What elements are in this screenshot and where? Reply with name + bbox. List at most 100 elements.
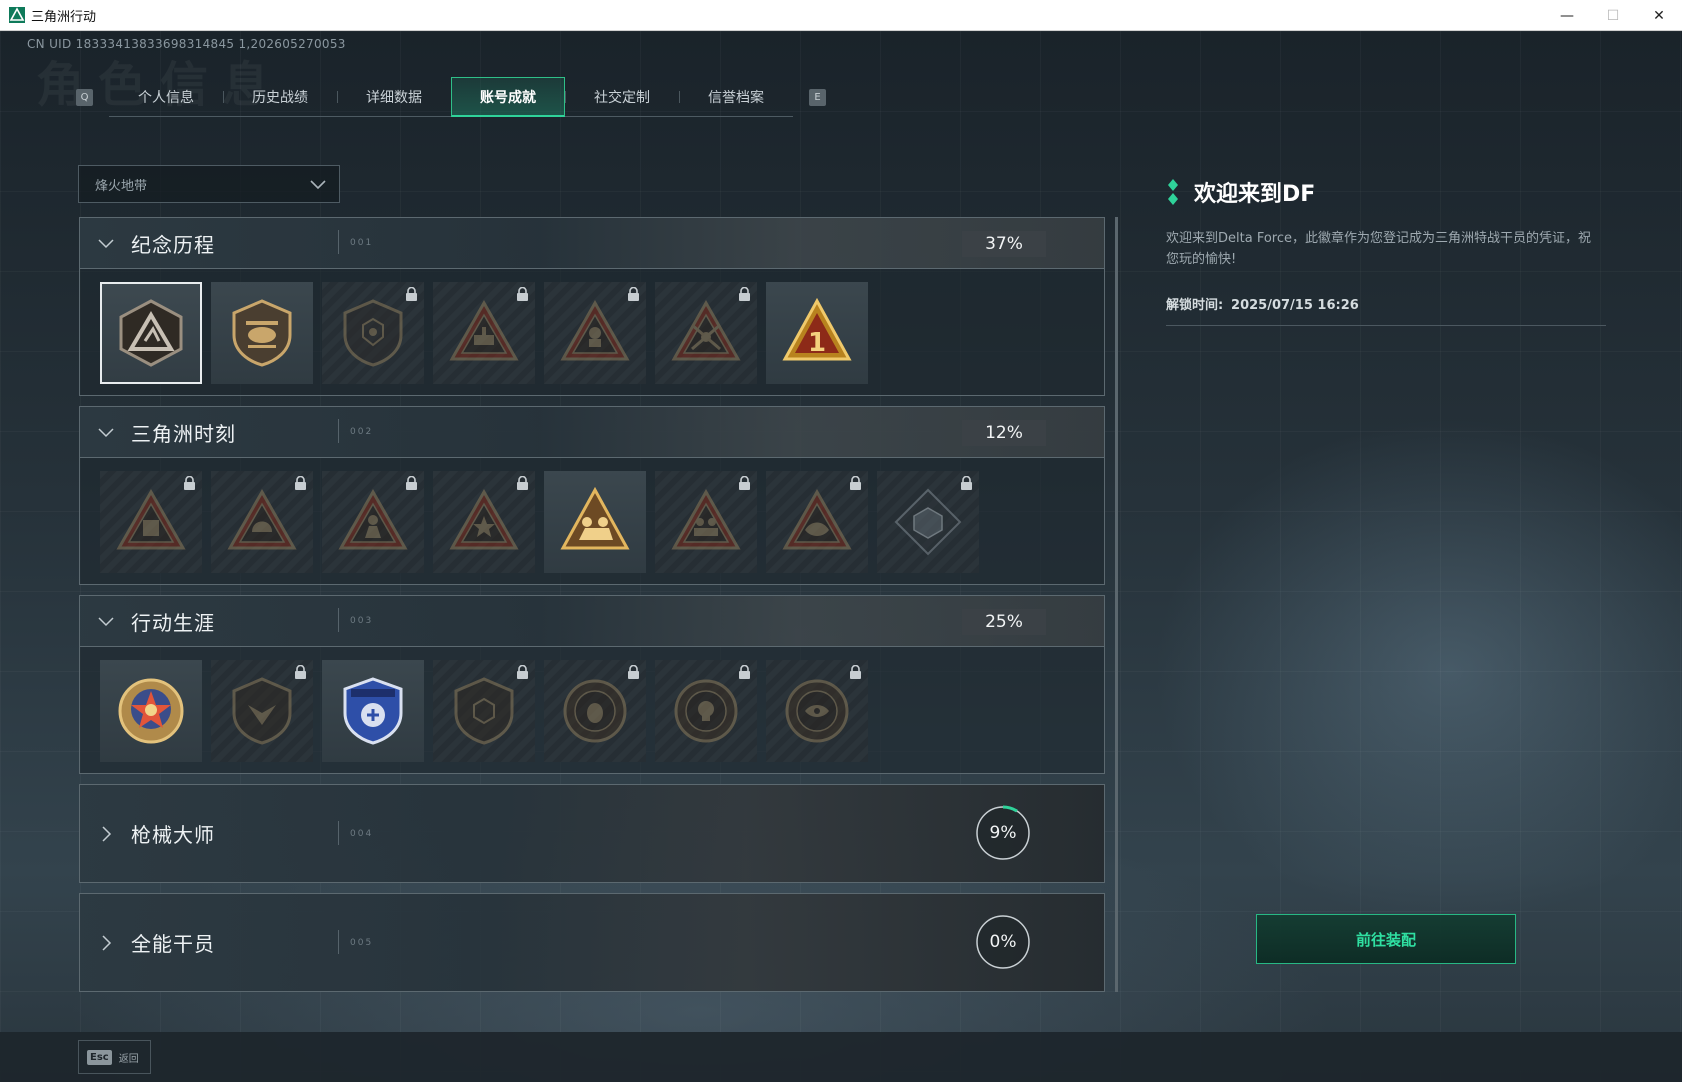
tab-list: 个人信息 历史战绩 详细数据 账号成就 社交定制 信誉档案 [109, 77, 793, 117]
section-header[interactable]: 枪械大师 004 9% [80, 785, 1104, 882]
bottom-bar: Esc 返回 [0, 1032, 1682, 1082]
section-progress: 9% [989, 823, 1017, 843]
section-title: 枪械大师 [131, 823, 215, 847]
achievement-badge[interactable] [322, 282, 424, 384]
cube-emblem-icon [894, 488, 962, 556]
lock-icon [184, 476, 195, 490]
lock-icon [406, 287, 417, 301]
minimize-button[interactable]: — [1544, 0, 1590, 31]
achievement-section: 三角洲时刻 002 12% [79, 406, 1105, 585]
tab-achievements[interactable]: 账号成就 [451, 77, 565, 117]
lock-icon [850, 476, 861, 490]
section-index: 001 [337, 230, 374, 254]
section-progress: 37% [962, 231, 1046, 257]
tab-social-custom[interactable]: 社交定制 [565, 77, 679, 117]
achievement-badge[interactable] [655, 660, 757, 762]
tab-personal-info[interactable]: 个人信息 [109, 77, 223, 117]
lock-icon [739, 287, 750, 301]
next-tab-key-hint[interactable]: E [809, 88, 826, 106]
skull-medal-icon [674, 679, 738, 743]
app-logo-icon [9, 7, 25, 23]
achievement-badge[interactable] [655, 282, 757, 384]
mode-dropdown[interactable]: 烽火地带 [78, 165, 340, 203]
achievement-badge[interactable] [766, 660, 868, 762]
achievement-section: 行动生涯 003 25% [79, 595, 1105, 774]
achievement-badge[interactable] [100, 471, 202, 573]
section-progress: 12% [962, 420, 1046, 446]
section-index: 002 [337, 419, 374, 443]
section-title: 纪念历程 [131, 232, 215, 257]
svg-text:1: 1 [808, 328, 826, 358]
maximize-button[interactable]: ☐ [1590, 0, 1636, 31]
achievement-badge[interactable] [211, 660, 313, 762]
achievement-badge[interactable] [211, 471, 313, 573]
crate-emblem-icon [116, 488, 186, 550]
achievement-section: 全能干员 005 0% [79, 893, 1105, 992]
diamond-marker-icon [1168, 179, 1178, 205]
go-to-equip-button[interactable]: 前往装配 [1256, 914, 1516, 964]
section-title: 全能干员 [131, 932, 215, 956]
tab-detailed-stats[interactable]: 详细数据 [337, 77, 451, 117]
achievement-section: 纪念历程 001 37% 1 [79, 217, 1105, 396]
delta-emblem-icon [119, 299, 183, 367]
achievement-badge[interactable] [544, 471, 646, 573]
back-label: 返回 [118, 1053, 139, 1065]
achievement-badge[interactable] [100, 660, 202, 762]
tank-emblem-icon [449, 299, 519, 361]
achievement-badge[interactable] [433, 660, 535, 762]
operator-emblem-icon [560, 299, 630, 361]
achievement-badge[interactable] [211, 282, 313, 384]
badge-grid: 1 [80, 269, 1104, 395]
achievement-badge[interactable] [544, 282, 646, 384]
lock-icon [739, 665, 750, 679]
chevron-down-icon [310, 180, 326, 190]
achievement-badge[interactable] [655, 471, 757, 573]
lock-icon [517, 476, 528, 490]
achievement-badge[interactable] [433, 282, 535, 384]
crossed-rifles-emblem-icon [671, 299, 741, 361]
achievement-detail-panel: 欢迎来到DF 欢迎来到Delta Force，此徽章作为您登记成为三角洲特战干员… [1166, 176, 1606, 326]
achievement-badge[interactable] [766, 471, 868, 573]
section-scrollbar[interactable] [1115, 217, 1118, 992]
section-index: 003 [337, 608, 374, 632]
achievement-badge[interactable] [322, 660, 424, 762]
section-header[interactable]: 三角洲时刻 002 12% [80, 407, 1104, 458]
lock-icon [961, 476, 972, 490]
helicopter-emblem-icon [232, 299, 292, 367]
lock-icon [850, 665, 861, 679]
achievement-badge[interactable] [433, 471, 535, 573]
tab-match-history[interactable]: 历史战绩 [223, 77, 337, 117]
section-header[interactable]: 纪念历程 001 37% [80, 218, 1104, 269]
chevron-right-icon [102, 825, 112, 842]
achievement-badge[interactable] [544, 660, 646, 762]
section-header[interactable]: 全能干员 005 0% [80, 894, 1104, 991]
achievement-badge[interactable] [100, 282, 202, 384]
badge-grid [80, 458, 1104, 584]
section-progress-ring: 9% [972, 802, 1034, 864]
section-progress: 25% [962, 609, 1046, 635]
lock-icon [295, 665, 306, 679]
hex-shield-icon [454, 677, 514, 745]
section-header[interactable]: 行动生涯 003 25% [80, 596, 1104, 647]
achievement-section: 枪械大师 004 9% [79, 784, 1105, 883]
chevron-right-icon [102, 934, 112, 951]
tab-credit-record[interactable]: 信誉档案 [679, 77, 793, 117]
achievement-unlock-time: 解锁时间: 2025/07/15 16:26 [1166, 294, 1606, 326]
unlock-time-value: 2025/07/15 16:26 [1231, 298, 1359, 313]
lock-icon [295, 476, 306, 490]
police-shield-icon [343, 677, 403, 745]
back-button[interactable]: Esc 返回 [78, 1040, 151, 1074]
achievement-badge[interactable] [322, 471, 424, 573]
chevron-down-icon [98, 617, 114, 627]
achievement-badge[interactable]: 1 [766, 282, 868, 384]
prev-tab-key-hint[interactable]: Q [76, 88, 93, 106]
close-button[interactable]: ✕ [1636, 0, 1682, 31]
squad-emblem-icon [560, 486, 630, 550]
star-emblem-icon [449, 488, 519, 550]
lock-icon [628, 287, 639, 301]
lock-icon [517, 287, 528, 301]
section-title: 行动生涯 [131, 610, 215, 635]
badge-grid [80, 647, 1104, 773]
section-title: 三角洲时刻 [131, 421, 236, 446]
achievement-badge[interactable] [877, 471, 979, 573]
